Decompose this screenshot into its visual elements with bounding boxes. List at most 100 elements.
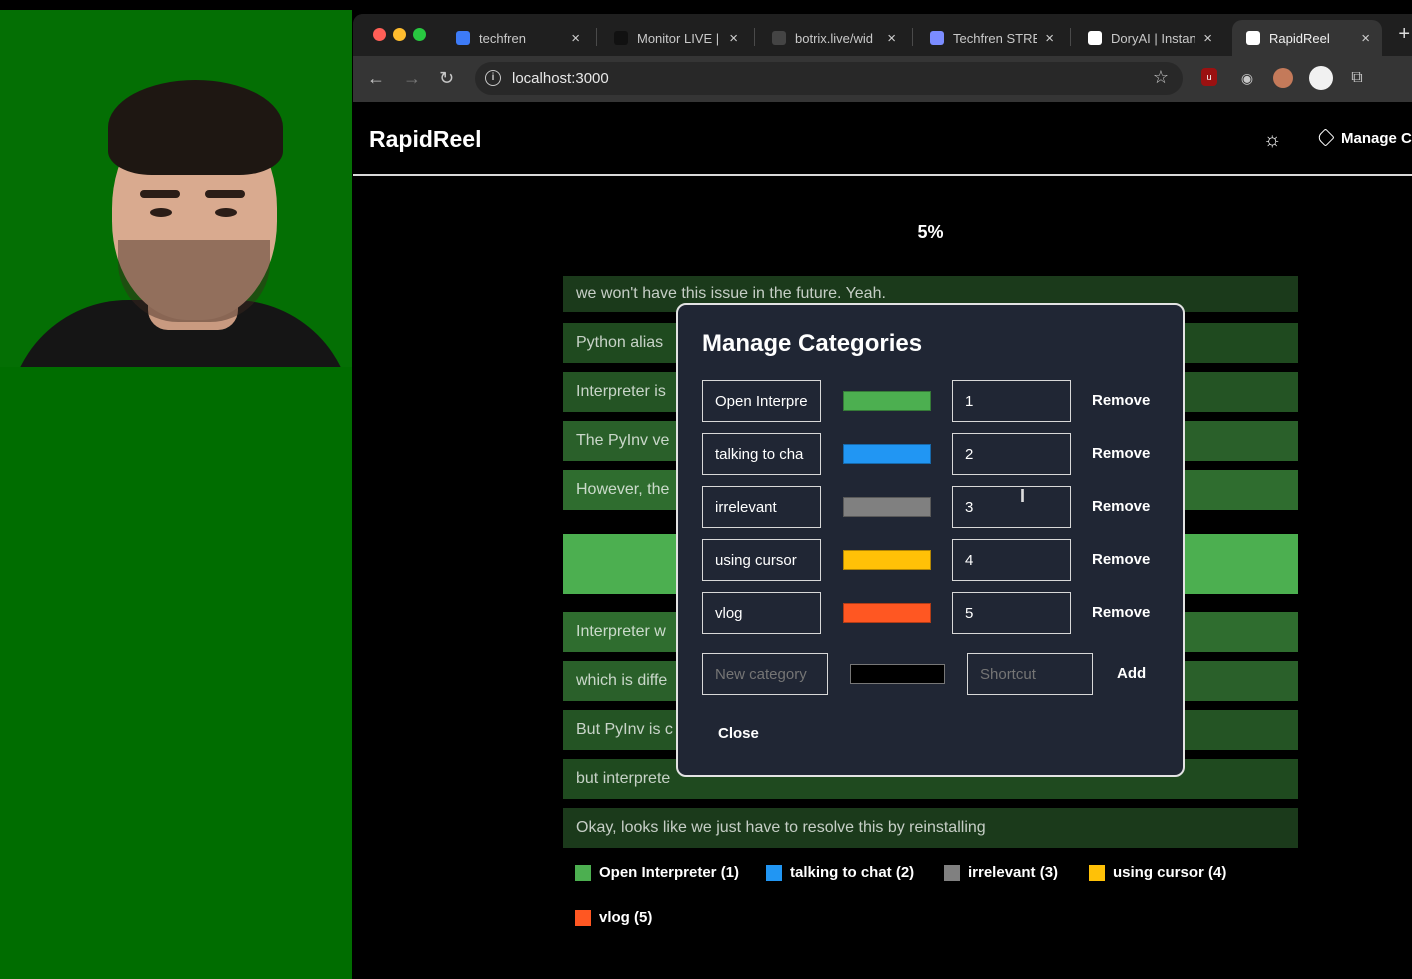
legend-item: talking to chat (2) [766,864,914,881]
legend-label: vlog (5) [599,909,653,926]
camera-extension-icon[interactable]: ◉ [1237,68,1257,88]
modal-title: Manage Categories [702,330,923,357]
close-tab-icon[interactable]: × [1045,30,1054,47]
close-modal-button[interactable]: Close [718,725,759,742]
forward-arrow-icon[interactable]: → [403,68,421,88]
close-tab-icon[interactable]: × [729,30,738,47]
category-row: Remove [702,592,1162,634]
new-shortcut-input[interactable] [967,653,1093,695]
webcam-hair [108,80,283,175]
app-header: RapidReel ☼ Manage C [353,102,1412,176]
close-tab-icon[interactable]: × [571,30,580,47]
legend-label: Open Interpreter (1) [599,864,740,881]
close-tab-icon[interactable]: × [887,30,896,47]
dory-icon [1088,31,1102,45]
bookmark-star-icon[interactable]: ☆ [1153,67,1169,88]
browser-tab[interactable]: Monitor LIVE | × [600,20,750,56]
browser-tab[interactable]: Techfren STRE × [916,20,1066,56]
remove-category-button[interactable]: Remove [1092,392,1150,409]
category-name-input[interactable] [702,433,821,475]
new-tab-button[interactable]: + [1398,23,1410,46]
avatar-extension-icon[interactable] [1273,68,1293,88]
category-shortcut-input[interactable] [952,592,1071,634]
back-arrow-icon[interactable]: ← [367,68,385,88]
app-brand[interactable]: RapidReel [369,126,481,153]
legend-label: talking to chat (2) [790,864,915,881]
category-color-picker[interactable] [843,444,931,464]
extensions-puzzle-icon[interactable]: ⧉ [1347,68,1367,88]
tab-title: techfren [479,30,526,46]
category-row: Remove [702,539,1162,581]
category-color-picker[interactable] [843,391,931,411]
remove-category-button[interactable]: Remove [1092,498,1150,515]
tab-separator [754,28,755,46]
category-shortcut-input[interactable] [952,486,1071,528]
theme-toggle-sun-icon[interactable]: ☼ [1263,129,1281,152]
browser-tab[interactable]: RapidReel × [1232,20,1382,56]
transcript-segment[interactable]: Okay, looks like we just have to resolve… [563,808,1298,848]
legend-swatch [1089,864,1105,881]
legend-swatch [766,864,782,881]
text-cursor-ibeam-icon: I [1020,486,1026,506]
ublock-extension-icon[interactable]: u [1201,68,1217,86]
new-category-input[interactable] [702,653,828,695]
browser-tab[interactable]: techfren × [442,20,592,56]
site-info-icon[interactable]: i [485,70,501,86]
tab-title: RapidReel [1269,30,1330,46]
tab-title: DoryAI | Instan [1111,30,1196,46]
browser-tab[interactable]: DoryAI | Instan × [1074,20,1224,56]
browser-toolbar: ← → ↻ i localhost:3000 ☆ u ◉ ⧉ [353,56,1412,102]
remove-category-button[interactable]: Remove [1092,604,1150,621]
legend-item: Open Interpreter (1) [575,864,739,881]
close-tab-icon[interactable]: × [1361,30,1370,47]
webcam-eye-left [150,208,172,217]
category-row: Remove [702,380,1162,422]
tab-title: botrix.live/wid [795,30,874,46]
category-name-input[interactable] [702,380,821,422]
tab-separator [912,28,913,46]
category-shortcut-input[interactable] [952,433,1071,475]
tag-icon [1316,128,1335,147]
category-name-input[interactable] [702,486,821,528]
tab-separator [1070,28,1071,46]
manage-categories-modal: Manage Categories Remove Remove Remove Remo… [676,303,1185,777]
close-window-button[interactable] [373,28,386,41]
browser-tab[interactable]: botrix.live/wid × [758,20,908,56]
add-category-button[interactable]: Add [1117,665,1146,682]
category-shortcut-input[interactable] [952,539,1071,581]
new-category-color-picker[interactable] [850,664,945,684]
legend-swatch [575,864,591,881]
legend-swatch [944,864,960,881]
category-color-picker[interactable] [843,497,931,517]
minimize-window-button[interactable] [393,28,406,41]
tab-title: Monitor LIVE | [637,30,720,46]
browser-window: techfren × Monitor LIVE | × botrix.live/wid ×… [353,14,1412,979]
webcam-brow-left [140,190,180,198]
category-name-input[interactable] [702,539,821,581]
category-color-picker[interactable] [843,603,931,623]
manage-categories-link[interactable]: Manage C [1316,128,1412,147]
rocket-icon [456,31,470,45]
legend-item: using cursor (4) [1089,864,1226,881]
category-row: Remove [702,486,1162,528]
profile-avatar[interactable] [1309,66,1333,90]
category-name-input[interactable] [702,592,821,634]
remove-category-button[interactable]: Remove [1092,445,1150,462]
new-category-row: Add [702,653,1162,695]
zoom-window-button[interactable] [413,28,426,41]
tiktok-icon [614,31,628,45]
webcam-brow-right [205,190,245,198]
address-bar-url[interactable]: localhost:3000 [512,70,609,87]
botrix-icon [772,31,786,45]
address-bar[interactable]: i localhost:3000 ☆ [475,62,1183,95]
close-tab-icon[interactable]: × [1203,30,1212,47]
category-row: Remove [702,433,1162,475]
stream-icon [930,31,944,45]
category-color-picker[interactable] [843,550,931,570]
manage-categories-label: Manage C [1341,130,1412,147]
remove-category-button[interactable]: Remove [1092,551,1150,568]
legend-label: irrelevant (3) [968,864,1059,881]
category-shortcut-input[interactable] [952,380,1071,422]
reload-icon[interactable]: ↻ [439,68,454,88]
tab-separator [596,28,597,46]
